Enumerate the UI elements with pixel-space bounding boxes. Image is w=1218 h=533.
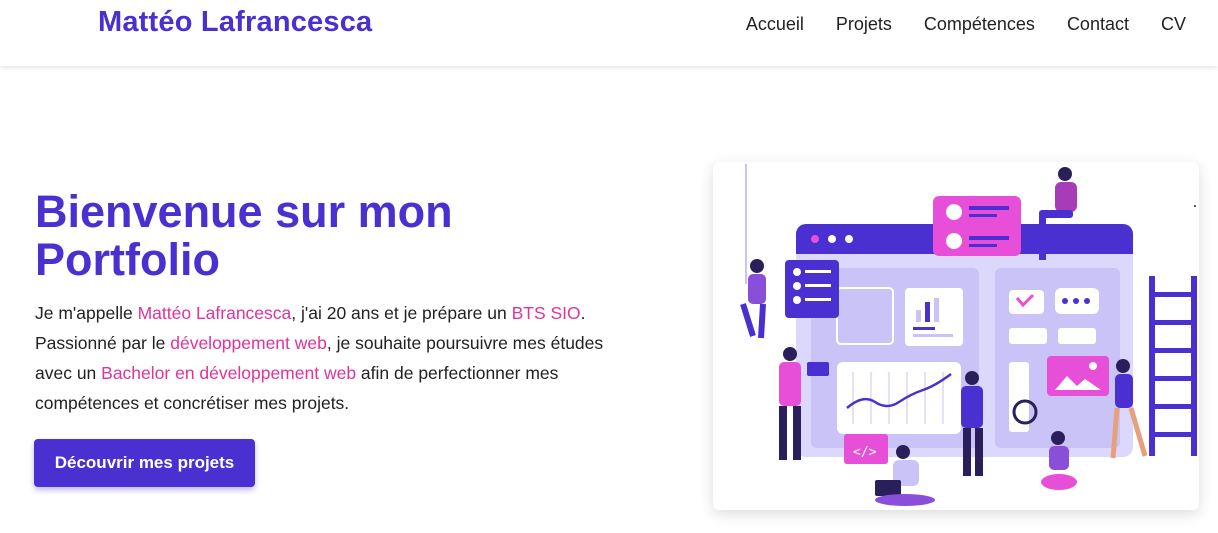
- navbar: Mattéo Lafrancesca Accueil Projets Compé…: [0, 0, 1218, 66]
- brand-logo-link[interactable]: Mattéo Lafrancesca: [98, 6, 372, 39]
- intro-text-2: , j'ai 20 ans et je prépare un: [291, 303, 512, 323]
- hero-title: Bienvenue sur mon Portfolio: [35, 186, 453, 285]
- hero-illustration: </>: [713, 162, 1199, 510]
- nav-link-competences[interactable]: Compétences: [924, 13, 1035, 35]
- intro-text-1: Je m'appelle: [35, 303, 138, 323]
- highlight-web-dev: développement web: [170, 333, 327, 353]
- nav-link-projets[interactable]: Projets: [836, 13, 892, 35]
- nav-link-cv[interactable]: CV: [1161, 13, 1186, 35]
- discover-projects-button[interactable]: Découvrir mes projets: [34, 439, 255, 487]
- nav-link-contact[interactable]: Contact: [1067, 13, 1129, 35]
- hero-intro: Je m'appelle Mattéo Lafrancesca, j'ai 20…: [35, 298, 635, 418]
- nav-link-accueil[interactable]: Accueil: [746, 13, 804, 35]
- web-development-team-illustration: </>: [740, 164, 1197, 506]
- highlight-name: Mattéo Lafrancesca: [137, 303, 292, 323]
- highlight-bachelor: Bachelor en développement web: [101, 363, 357, 383]
- highlight-bts: BTS SIO: [511, 303, 581, 323]
- svg-text:</>: </>: [853, 445, 877, 460]
- main-nav: Accueil Projets Compétences Contact CV: [714, 13, 1186, 35]
